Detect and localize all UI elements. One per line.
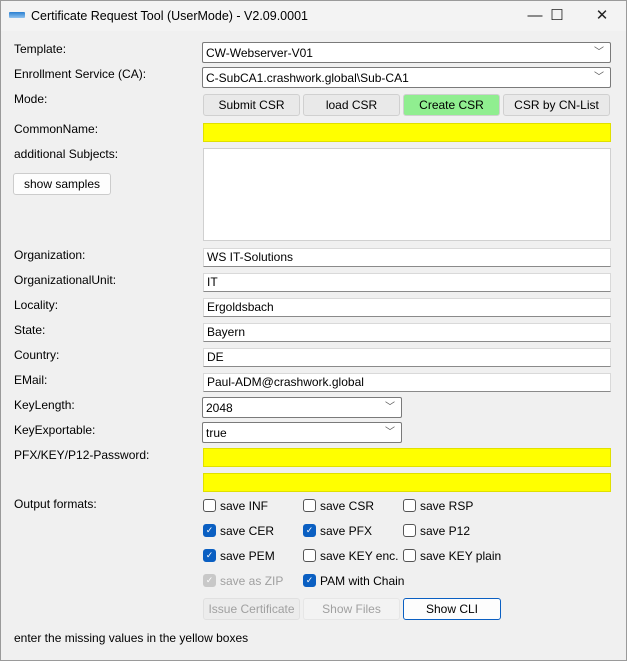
keyexportable-combo[interactable]: true ﹀ — [202, 422, 402, 443]
ca-combo[interactable]: C-SubCA1.crashwork.global\Sub-CA1 ﹀ — [202, 67, 611, 88]
maximize-button[interactable]: ☐ — [537, 5, 577, 27]
checkbox-save-csr[interactable]: save CSR — [303, 498, 374, 514]
state-input[interactable]: Bayern — [203, 323, 611, 342]
app-icon — [9, 12, 25, 18]
chevron-down-icon: ﹀ — [385, 402, 395, 413]
checkbox-save-as-zip: ✓ save as ZIP — [203, 573, 283, 589]
show-files-button[interactable]: Show Files — [303, 598, 400, 620]
password-label: PFX/KEY/P12-Password: — [14, 448, 150, 462]
checkbox-label: save as ZIP — [220, 574, 284, 588]
checkbox-label: save CER — [220, 524, 275, 538]
locality-input[interactable]: Ergoldsbach — [203, 298, 611, 317]
keyexportable-value: true — [206, 426, 227, 440]
organization-input[interactable]: WS IT-Solutions — [203, 248, 611, 267]
show-cli-button[interactable]: Show CLI — [403, 598, 501, 620]
ca-value: C-SubCA1.crashwork.global\Sub-CA1 — [206, 71, 409, 85]
mode-label: Mode: — [14, 92, 48, 106]
additional-subjects-textarea[interactable] — [203, 148, 611, 241]
checkmark-icon: ✓ — [203, 549, 216, 563]
checkbox-label: PAM with Chain — [320, 574, 405, 588]
close-button[interactable]: ✕ — [582, 5, 622, 27]
title-bar: Certificate Request Tool (UserMode) - V2… — [1, 1, 626, 31]
email-label: EMail: — [14, 373, 48, 387]
chevron-down-icon: ﹀ — [594, 47, 604, 58]
locality-label: Locality: — [14, 298, 59, 312]
keyexportable-label: KeyExportable: — [14, 423, 96, 437]
checkmark-icon: ✓ — [203, 524, 216, 538]
app-window: Certificate Request Tool (UserMode) - V2… — [0, 0, 627, 661]
country-input[interactable]: DE — [203, 348, 611, 367]
csr-by-cn-list-button[interactable]: CSR by CN-List — [503, 94, 610, 116]
state-label: State: — [14, 323, 46, 337]
checkbox-pam-with-chain[interactable]: ✓ PAM with Chain — [303, 573, 404, 589]
org-label: Organization: — [14, 248, 86, 262]
ou-input[interactable]: IT — [203, 273, 611, 292]
password-confirm-input[interactable] — [203, 473, 611, 492]
checkbox-save-key-plain[interactable]: save KEY plain — [403, 548, 501, 564]
load-csr-button[interactable]: load CSR — [303, 94, 400, 116]
submit-csr-button[interactable]: Submit CSR — [203, 94, 300, 116]
chevron-down-icon: ﹀ — [594, 72, 604, 83]
template-combo[interactable]: CW-Webserver-V01 ﹀ — [202, 42, 611, 63]
checkbox-save-key-enc[interactable]: save KEY enc. — [303, 548, 399, 564]
status-text: enter the missing values in the yellow b… — [14, 631, 249, 645]
keylength-label: KeyLength: — [14, 398, 75, 412]
cn-label: CommonName: — [14, 122, 99, 136]
checkbox-label: save INF — [220, 499, 269, 513]
checkbox-label: save PFX — [320, 524, 373, 538]
checkbox-save-pfx[interactable]: ✓ save PFX — [303, 523, 372, 539]
ca-label: Enrollment Service (CA): — [14, 67, 147, 81]
checkbox-label: save RSP — [420, 499, 474, 513]
keylength-combo[interactable]: 2048 ﹀ — [202, 397, 402, 418]
checkbox-save-p12[interactable]: save P12 — [403, 523, 470, 539]
checkbox-icon — [303, 499, 316, 513]
checkmark-icon: ✓ — [303, 524, 316, 538]
checkbox-icon — [403, 549, 416, 563]
template-label: Template: — [14, 42, 67, 56]
email-input[interactable]: Paul-ADM@crashwork.global — [203, 373, 611, 392]
checkbox-label: save KEY enc. — [320, 549, 399, 563]
checkbox-save-rsp[interactable]: save RSP — [403, 498, 473, 514]
checkbox-label: save KEY plain — [420, 549, 502, 563]
checkbox-icon — [403, 524, 416, 538]
show-samples-button[interactable]: show samples — [13, 173, 111, 195]
issue-certificate-button[interactable]: Issue Certificate — [203, 598, 300, 620]
checkbox-icon — [203, 499, 216, 513]
chevron-down-icon: ﹀ — [385, 427, 395, 438]
password-input[interactable] — [203, 448, 611, 467]
checkbox-label: save CSR — [320, 499, 375, 513]
output-formats-label: Output formats: — [14, 497, 97, 511]
country-label: Country: — [14, 348, 60, 362]
create-csr-button[interactable]: Create CSR — [403, 94, 500, 116]
checkbox-icon — [403, 499, 416, 513]
checkmark-icon: ✓ — [303, 574, 316, 588]
commonname-input[interactable] — [203, 123, 611, 142]
checkbox-save-inf[interactable]: save INF — [203, 498, 268, 514]
checkbox-label: save P12 — [420, 524, 471, 538]
checkbox-save-cer[interactable]: ✓ save CER — [203, 523, 274, 539]
checkbox-label: save PEM — [220, 549, 275, 563]
window-title: Certificate Request Tool (UserMode) - V2… — [31, 9, 308, 23]
checkmark-icon: ✓ — [203, 574, 216, 588]
keylength-value: 2048 — [206, 401, 233, 415]
checkbox-save-pem[interactable]: ✓ save PEM — [203, 548, 275, 564]
subjects-label: additional Subjects: — [14, 147, 119, 161]
ou-label: OrganizationalUnit: — [14, 273, 117, 287]
template-value: CW-Webserver-V01 — [206, 46, 313, 60]
checkbox-icon — [303, 549, 316, 563]
